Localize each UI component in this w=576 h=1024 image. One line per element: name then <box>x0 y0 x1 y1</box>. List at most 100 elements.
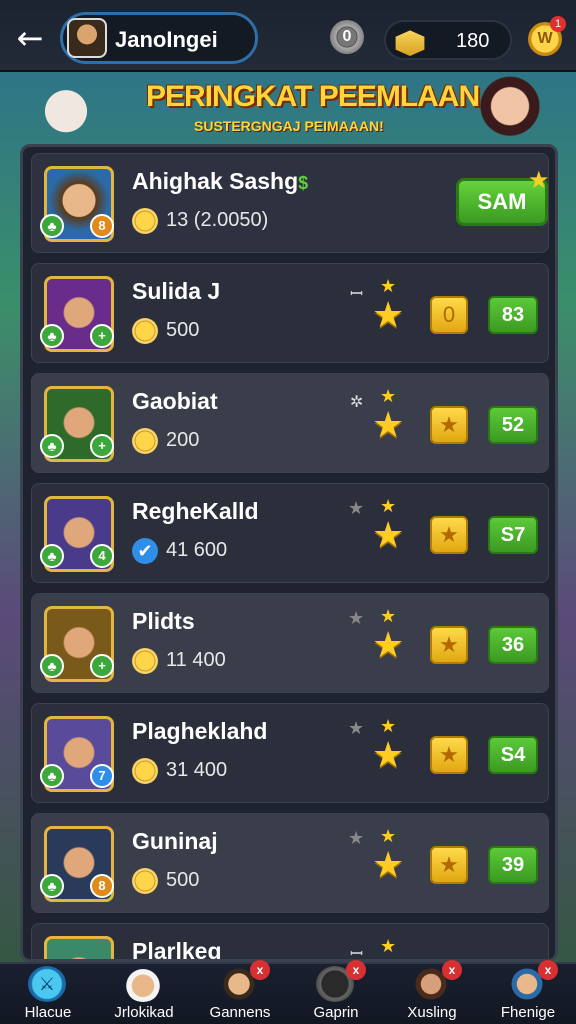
level-badge: 8 <box>90 874 114 898</box>
leaderboard-row[interactable]: ♣ + Gaobiat 200 ✲ ★ ★ ★ 52 <box>31 373 549 473</box>
player-avatar <box>44 936 114 959</box>
clover-badge-icon: ♣ <box>40 214 64 238</box>
nav-item-xusling[interactable]: x Xusling <box>384 960 480 1024</box>
large-star-icon: ★ <box>372 514 405 555</box>
grey-star-icon: ★ <box>348 828 365 848</box>
player-score: 500 <box>166 319 200 341</box>
coin-icon <box>132 428 158 454</box>
top-bar: ← JanoIngei 0 180 W 1 <box>0 0 576 72</box>
level-badge: + <box>90 324 114 348</box>
leaderboard-panel: ♣ 8 Ahighak Sashg$ 13 (2.0050) SAM ★ ♣ + S… <box>20 144 558 962</box>
nav-item-jrlokikad[interactable]: Jrlokikad <box>96 964 192 1024</box>
banner-title: PERINGKAT PEEMLAAN <box>146 80 480 113</box>
nav-label: Xusling <box>407 1004 457 1021</box>
rank-glyph-icon: ꟷ <box>350 284 364 303</box>
nav-label: Hlacue <box>24 1004 72 1021</box>
player-name: Plarlkeg <box>132 938 222 962</box>
nav-item-fhenige[interactable]: x Fhenige <box>480 960 576 1024</box>
level-badge: 4 <box>90 544 114 568</box>
star-reward-button[interactable]: ★ <box>430 846 468 884</box>
star-reward-button[interactable]: ★ <box>430 626 468 664</box>
leaderboard-row[interactable]: ♣ 7 Plagheklahd 31 400 ★ ★ ★ ★ S4 <box>31 703 549 803</box>
gold-amount: 180 <box>456 30 490 52</box>
player-score: 13 (2.0050) <box>166 209 269 231</box>
clover-badge-icon: ♣ <box>40 434 64 458</box>
bottom-navigation: ⚔ Hlacue Jrlokikad x Gannens x Gaprin x … <box>0 960 576 1024</box>
clover-badge-icon: ♣ <box>40 324 64 348</box>
nav-label: Fhenige <box>500 1004 556 1021</box>
gold-bars-icon <box>395 30 425 56</box>
notification-badge: 1 <box>550 16 566 32</box>
close-badge-icon: x <box>346 960 366 980</box>
verified-check-icon: ✔ <box>132 538 158 564</box>
player-score: 41 600 <box>166 539 228 561</box>
rank-score-button[interactable]: 83 <box>488 296 538 334</box>
player-name: Sulida J <box>132 278 221 304</box>
rank-score-button[interactable]: 52 <box>488 406 538 444</box>
player-name: RegheKalld <box>132 498 259 524</box>
large-star-icon: ★ <box>372 294 405 335</box>
rank-score-button[interactable]: 36 <box>488 626 538 664</box>
nav-item-hlacue[interactable]: ⚔ Hlacue <box>0 964 96 1024</box>
character-girl-image <box>470 72 550 148</box>
profile-avatar <box>67 18 107 58</box>
rank-score-button[interactable]: S4 <box>488 736 538 774</box>
large-star-icon: ★ <box>372 844 405 885</box>
globe-icon: ⚔ <box>28 966 66 1002</box>
name-suffix: $ <box>298 173 309 193</box>
star-reward-button[interactable]: ★ <box>430 516 468 554</box>
level-badge: + <box>90 434 114 458</box>
star-reward-button[interactable]: 0 <box>430 296 468 334</box>
star-reward-button[interactable]: ★ <box>430 406 468 444</box>
pet-mascot-image <box>36 76 96 140</box>
player-name: Guninaj <box>132 828 218 854</box>
close-badge-icon: x <box>538 960 558 980</box>
leaderboard-banner: PERINGKAT PEEMLAAN SUSTERGNGAJ PEIMAAAN! <box>0 72 576 152</box>
player-score: 31 400 <box>166 759 228 781</box>
player-score: 500 <box>166 869 200 891</box>
clover-badge-icon: ♣ <box>40 544 64 568</box>
coin-icon <box>132 758 158 784</box>
leaderboard-row-top[interactable]: ♣ 8 Ahighak Sashg$ 13 (2.0050) SAM ★ <box>31 153 550 253</box>
coin-icon <box>132 208 158 234</box>
chef-avatar-icon <box>124 966 162 1002</box>
small-star-icon: ★ <box>380 936 397 956</box>
level-badge: 8 <box>90 214 114 238</box>
back-arrow-icon[interactable]: ← <box>12 20 48 56</box>
gold-counter[interactable]: 180 <box>384 20 512 60</box>
leaderboard-row[interactable]: ♣ + Sulida J 500 ꟷ ★ ★ 0 83 <box>31 263 549 363</box>
player-name: Ahighak Sashg$ <box>132 168 309 194</box>
grey-star-icon: ★ <box>348 718 365 738</box>
profile-name: JanoIngei <box>115 27 218 52</box>
level-badge: + <box>90 654 114 678</box>
coin-icon <box>132 868 158 894</box>
star-reward-button[interactable]: ★ <box>430 736 468 774</box>
coin-icon <box>132 648 158 674</box>
rank-score-button[interactable]: 39 <box>488 846 538 884</box>
leaderboard-row[interactable]: ♣ 8 Guninaj 500 ★ ★ ★ ★ 39 <box>31 813 549 913</box>
coin-icon <box>132 318 158 344</box>
banner-subtitle: SUSTERGNGAJ PEIMAAAN! <box>194 118 384 134</box>
player-score: 200 <box>166 429 200 451</box>
clover-badge-icon: ♣ <box>40 654 64 678</box>
player-name: Plagheklahd <box>132 718 268 744</box>
nav-item-gannens[interactable]: x Gannens <box>192 960 288 1024</box>
leaderboard-row[interactable]: ♣ 4 RegheKalld ✔ 41 600 ★ ★ ★ ★ S7 <box>31 483 549 583</box>
star-icon: ★ <box>528 167 550 194</box>
player-name: Plidts <box>132 608 195 634</box>
close-badge-icon: x <box>442 960 462 980</box>
large-star-icon: ★ <box>372 404 405 445</box>
grey-star-icon: ★ <box>348 498 365 518</box>
silver-coin-counter[interactable]: 0 <box>330 20 364 54</box>
leaderboard-row[interactable]: ♣ + Plidts 11 400 ★ ★ ★ ★ 36 <box>31 593 549 693</box>
clover-badge-icon: ♣ <box>40 764 64 788</box>
rank-score-button[interactable]: S7 <box>488 516 538 554</box>
profile-pill[interactable]: JanoIngei <box>60 12 258 64</box>
grey-star-icon: ★ <box>348 608 365 628</box>
nav-item-gaprin[interactable]: x Gaprin <box>288 960 384 1024</box>
leaderboard-row[interactable]: ♣Plarlkegꟷ★ <box>31 923 549 962</box>
nav-label: Gannens <box>209 1004 271 1021</box>
large-star-icon: ★ <box>372 734 405 775</box>
large-star-icon: ★ <box>372 624 405 665</box>
nav-label: Jrlokikad <box>114 1004 174 1021</box>
